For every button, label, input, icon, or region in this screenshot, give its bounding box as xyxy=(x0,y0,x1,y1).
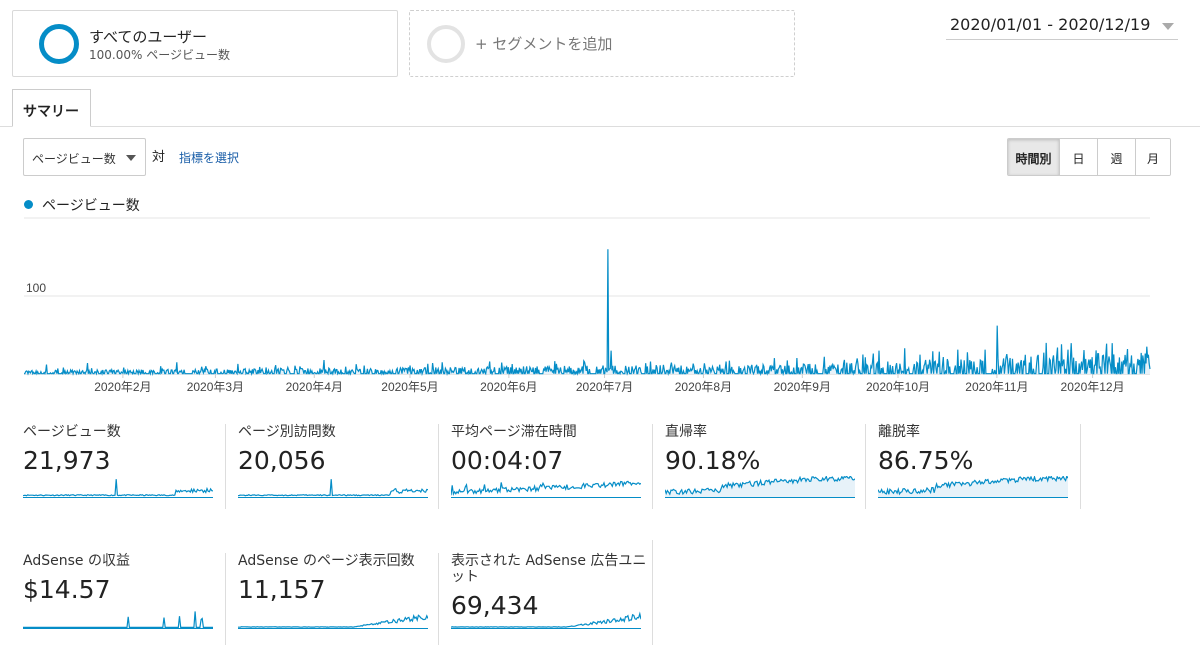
y-tick-label: 100 xyxy=(26,281,46,295)
tab-divider xyxy=(0,126,1200,127)
sparkline-line xyxy=(23,479,213,497)
period-hourly-button[interactable]: 時間別 xyxy=(1008,139,1060,175)
metric-label: AdSense の収益 xyxy=(23,553,130,569)
date-range-text: 2020/01/01 - 2020/12/19 xyxy=(950,15,1151,34)
metric-sparkline xyxy=(23,479,213,498)
metric-sparkline xyxy=(451,480,641,498)
segment-color-ring-icon xyxy=(39,24,79,64)
x-tick-label: 2020年11月 xyxy=(965,380,1028,394)
series-line xyxy=(24,249,1151,377)
metric-sparkline xyxy=(238,479,428,498)
x-tick-label: 2020年2月 xyxy=(94,380,151,394)
x-tick-label: 2020年5月 xyxy=(381,380,438,394)
metric-sparkline xyxy=(23,611,213,629)
sparkline-line xyxy=(451,480,641,497)
metric-value: 86.75% xyxy=(878,446,974,475)
add-segment-button[interactable]: + セグメントを追加 xyxy=(409,10,795,77)
tile-divider xyxy=(225,424,226,509)
series-area xyxy=(24,249,1150,374)
metric-select-value: ページビュー数 xyxy=(32,152,116,166)
metric-sparkline xyxy=(878,476,1068,498)
metric-sparkline xyxy=(665,476,855,498)
x-tick-label: 2020年10月 xyxy=(866,380,930,394)
metric-value: 00:04:07 xyxy=(451,446,564,475)
metric-tile[interactable]: 直帰率 90.18% xyxy=(665,424,869,514)
metric-sparkline xyxy=(451,611,641,629)
x-tick-label: 2020年3月 xyxy=(187,380,244,394)
sparkline-line xyxy=(238,613,428,628)
add-segment-label: + セグメントを追加 xyxy=(475,35,613,53)
segment-title: すべてのユーザー xyxy=(89,28,208,46)
metric-tile[interactable]: ページビュー数 21,973 xyxy=(23,424,227,514)
metric-tile[interactable]: ページ別訪問数 20,056 xyxy=(238,424,442,514)
choose-metric-link[interactable]: 指標を選択 xyxy=(179,149,239,166)
x-tick-label: 2020年6月 xyxy=(480,380,537,394)
tile-divider xyxy=(1080,424,1081,509)
metric-value: $14.57 xyxy=(23,575,111,604)
vs-label: 対 xyxy=(152,150,166,165)
metric-label: ページビュー数 xyxy=(23,424,121,440)
segment-all-users[interactable]: すべてのユーザー 100.00% ページビュー数 xyxy=(12,10,398,77)
period-day-button[interactable]: 日 xyxy=(1060,139,1098,175)
x-tick-label: 2020年9月 xyxy=(774,380,831,394)
metric-label: 直帰率 xyxy=(665,424,707,440)
period-month-button[interactable]: 月 xyxy=(1136,139,1170,175)
metric-value: 90.18% xyxy=(665,446,761,475)
metric-label: 離脱率 xyxy=(878,424,920,440)
sparkline-line xyxy=(23,611,213,628)
chevron-down-icon xyxy=(126,155,136,161)
period-toggle: 時間別 日 週 月 xyxy=(1007,138,1171,176)
tile-divider xyxy=(652,540,653,645)
metric-tile[interactable]: 平均ページ滞在時間 00:04:07 xyxy=(451,424,655,514)
metric-label: 平均ページ滞在時間 xyxy=(451,424,577,440)
tile-divider xyxy=(865,424,866,509)
x-tick-label: 2020年4月 xyxy=(286,380,343,394)
tile-divider xyxy=(652,424,653,509)
date-range-picker[interactable]: 2020/01/01 - 2020/12/19 xyxy=(946,12,1178,40)
metric-label: ページ別訪問数 xyxy=(238,424,336,440)
x-tick-label: 2020年8月 xyxy=(675,380,732,394)
metric-label: AdSense のページ表示回数 xyxy=(238,553,415,569)
metric-tile[interactable]: AdSense の収益 $14.57 xyxy=(23,553,227,643)
tile-divider xyxy=(438,424,439,509)
y-tick-label: 200 xyxy=(26,214,46,217)
metric-tile[interactable]: 離脱率 86.75% xyxy=(878,424,1082,514)
segment-subtitle: 100.00% ページビュー数 xyxy=(89,48,230,62)
sparkline-line xyxy=(451,611,641,628)
x-tick-label: 2020年7月 xyxy=(576,380,633,394)
tile-divider xyxy=(225,553,226,645)
pageviews-chart[interactable]: 100 200 2020年2月 2020年3月 2020年4月 2020年5月 2020年6… xyxy=(0,214,1200,400)
legend-label: ページビュー数 xyxy=(42,198,140,214)
metric-value: 11,157 xyxy=(238,575,326,604)
chart-legend: ページビュー数 xyxy=(24,195,140,215)
period-week-button[interactable]: 週 xyxy=(1098,139,1136,175)
sparkline-line xyxy=(238,479,428,497)
tile-divider xyxy=(438,553,439,645)
metric-tile[interactable]: AdSense のページ表示回数 11,157 xyxy=(238,553,442,643)
metric-label: 表示された AdSense 広告ユニット xyxy=(451,553,647,585)
x-tick-label: 2020年12月 xyxy=(1061,380,1125,394)
metric-value: 20,056 xyxy=(238,446,326,475)
tab-summary[interactable]: サマリー xyxy=(12,89,91,127)
metric-tile[interactable]: 表示された AdSense 広告ユニット 69,434 xyxy=(451,553,655,643)
metric-sparkline xyxy=(238,613,428,629)
legend-dot-icon xyxy=(24,200,33,209)
chevron-down-icon xyxy=(1162,23,1174,30)
metric-value: 21,973 xyxy=(23,446,111,475)
segment-placeholder-ring-icon xyxy=(427,25,465,63)
metric-select[interactable]: ページビュー数 xyxy=(23,138,146,176)
